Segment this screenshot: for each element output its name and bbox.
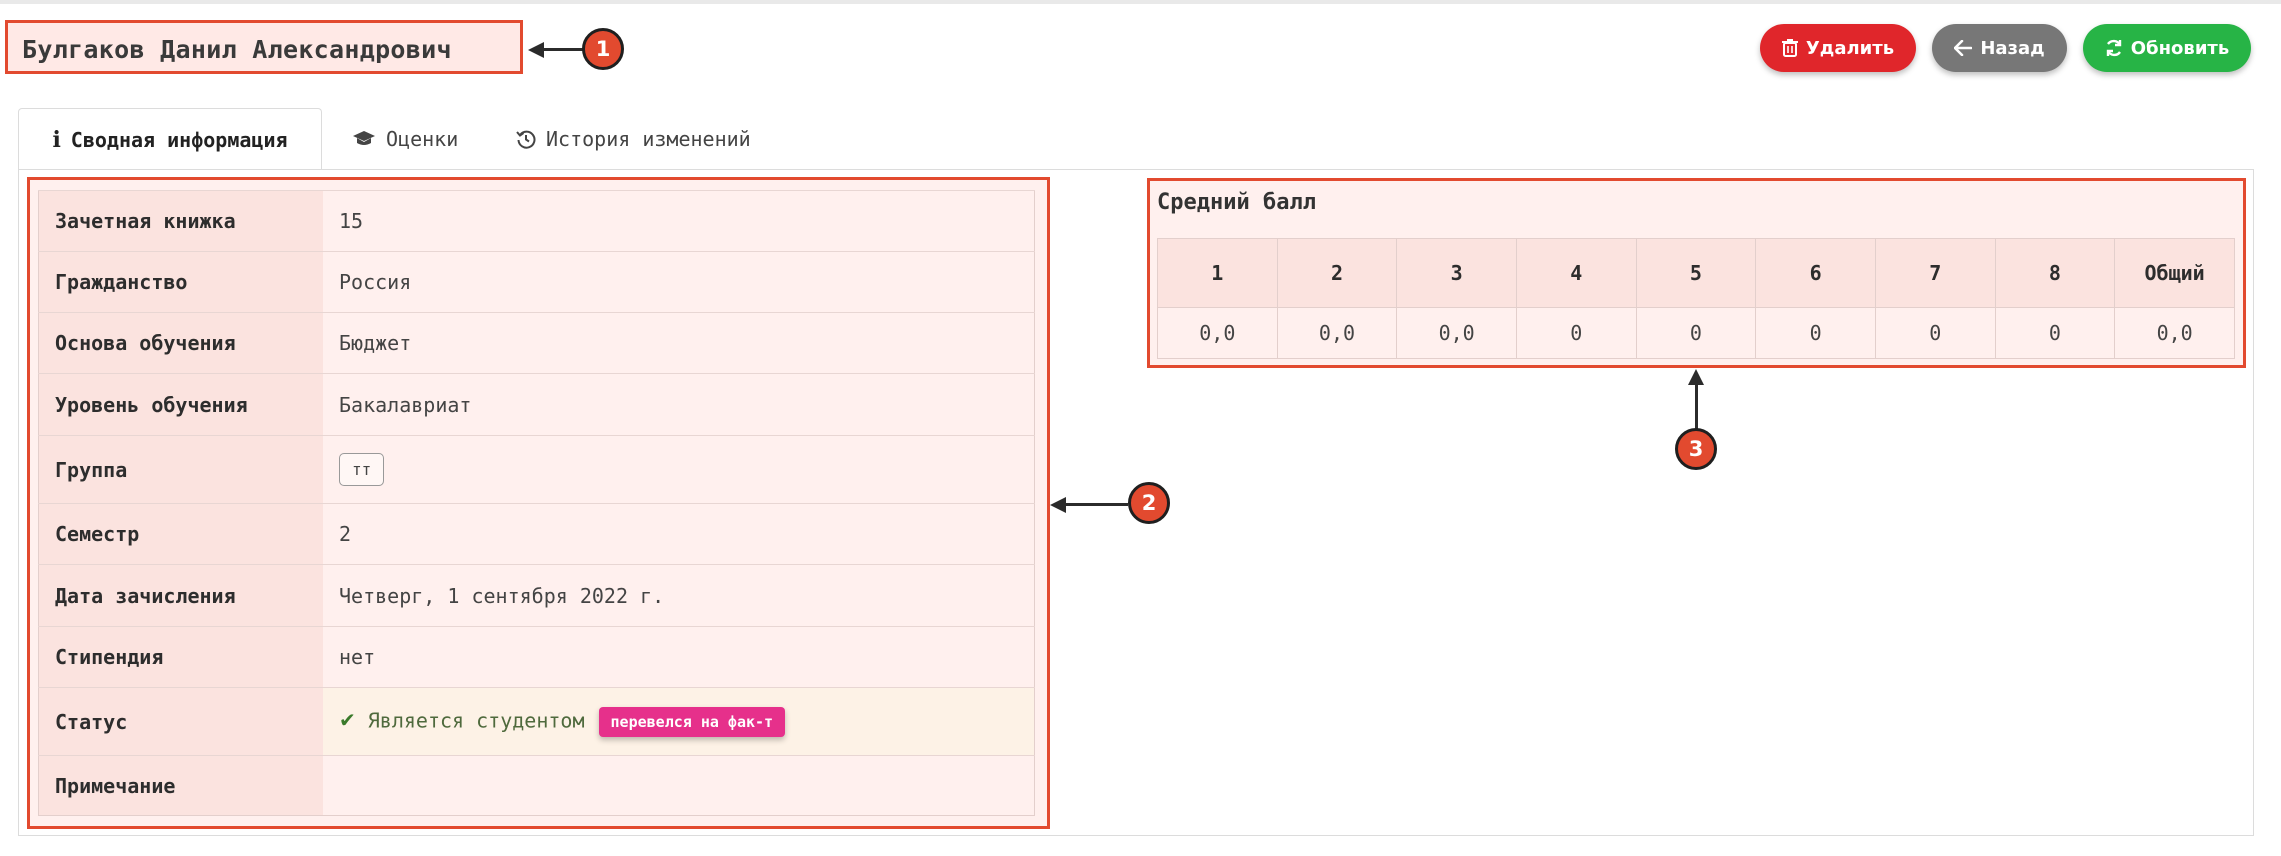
- table-row: Примечание: [38, 755, 1035, 816]
- delete-button[interactable]: Удалить: [1760, 24, 1916, 72]
- callout-2: 2: [1128, 482, 1170, 524]
- row-key: Примечание: [38, 755, 323, 816]
- history-icon: [516, 129, 536, 149]
- back-button[interactable]: Назад: [1932, 24, 2067, 72]
- trash-icon: [1781, 39, 1798, 57]
- callout-2-arrow-line: [1066, 503, 1128, 506]
- row-value: Бюджет: [323, 312, 1035, 374]
- title-highlight: Булгаков Данил Александрович: [5, 20, 523, 74]
- table-row: 0,0 0,0 0,0 0 0 0 0 0 0,0: [1157, 307, 2235, 359]
- table-row: Стипендия нет: [38, 626, 1035, 688]
- graduation-cap-icon: [352, 130, 376, 148]
- info-icon: i: [52, 127, 61, 153]
- average-total-value: 0,0: [2114, 307, 2235, 359]
- refresh-icon: [2105, 39, 2123, 57]
- callout-3-arrowhead: [1688, 369, 1704, 385]
- callout-3: 3: [1675, 428, 1717, 470]
- table-row: Гражданство Россия: [38, 251, 1035, 313]
- row-value: тт: [323, 435, 1035, 504]
- table-row: Группа тт: [38, 435, 1035, 504]
- semester-header: 6: [1755, 238, 1876, 308]
- semester-header: 5: [1635, 238, 1757, 308]
- top-divider: [0, 0, 2281, 4]
- tab-grades-label: Оценки: [386, 127, 459, 151]
- arrow-left-icon: [1954, 40, 1973, 56]
- row-key: Зачетная книжка: [38, 190, 323, 252]
- row-key: Семестр: [38, 503, 323, 565]
- average-value: 0,0: [1396, 307, 1517, 359]
- row-value: [323, 755, 1035, 816]
- table-row: Зачетная книжка 15: [38, 190, 1035, 252]
- delete-button-label: Удалить: [1805, 37, 1895, 59]
- semester-header: 7: [1874, 238, 1996, 308]
- refresh-button[interactable]: Обновить: [2083, 24, 2251, 72]
- row-key: Гражданство: [38, 251, 323, 313]
- row-value: Россия: [323, 251, 1035, 313]
- row-key: Группа: [38, 435, 323, 504]
- average-table: 1 2 3 4 5 6 7 8 Общий 0,0 0,0 0,0 0 0 0 …: [1157, 238, 2235, 359]
- row-value: 2: [323, 503, 1035, 565]
- semester-header: 1: [1157, 238, 1278, 308]
- tab-summary-label: Сводная информация: [70, 128, 288, 152]
- callout-1-arrowhead: [528, 42, 544, 58]
- table-row: Семестр 2: [38, 503, 1035, 565]
- average-value: 0: [1515, 307, 1637, 359]
- row-value: 15: [323, 190, 1035, 252]
- row-value: нет: [323, 626, 1035, 688]
- row-value: Бакалавриат: [323, 373, 1035, 436]
- semester-header: 2: [1276, 238, 1398, 308]
- semester-header: 4: [1515, 238, 1637, 308]
- table-row: Дата зачисления Четверг, 1 сентября 2022…: [38, 564, 1035, 627]
- row-key: Статус: [38, 687, 323, 756]
- table-row: Уровень обучения Бакалавриат: [38, 373, 1035, 436]
- student-info-table: Зачетная книжка 15 Гражданство Россия Ос…: [38, 190, 1035, 816]
- average-title: Средний балл: [1157, 190, 1316, 215]
- semester-header: 8: [1994, 238, 2116, 308]
- tab-history[interactable]: История изменений: [516, 108, 751, 170]
- group-badge[interactable]: тт: [339, 453, 385, 486]
- row-value: ✔ Является студентом перевелся на фак-т: [323, 687, 1035, 756]
- tab-history-label: История изменений: [546, 127, 751, 151]
- average-value: 0,0: [1157, 307, 1278, 359]
- callout-3-arrow-line: [1695, 384, 1698, 430]
- callout-2-arrowhead: [1050, 497, 1066, 513]
- average-value: 0: [1635, 307, 1757, 359]
- row-value: Четверг, 1 сентября 2022 г.: [323, 564, 1035, 627]
- average-value: 0: [1755, 307, 1876, 359]
- status-text: Является студентом: [367, 708, 585, 732]
- back-button-label: Назад: [1980, 37, 2045, 59]
- callout-1: 1: [582, 28, 624, 70]
- tab-grades[interactable]: Оценки: [352, 108, 458, 170]
- tab-summary[interactable]: i Сводная информация: [18, 108, 322, 171]
- table-row: Основа обучения Бюджет: [38, 312, 1035, 374]
- row-key: Дата зачисления: [38, 564, 323, 627]
- transfer-badge: перевелся на фак-т: [598, 706, 786, 737]
- table-row: 1 2 3 4 5 6 7 8 Общий: [1157, 238, 2235, 308]
- semester-header: 3: [1396, 238, 1517, 308]
- average-value: 0,0: [1276, 307, 1398, 359]
- table-row: Статус ✔ Является студентом перевелся на ф…: [38, 687, 1035, 756]
- refresh-button-label: Обновить: [2130, 37, 2230, 59]
- check-icon: ✔: [339, 708, 356, 732]
- row-key: Уровень обучения: [38, 373, 323, 436]
- page-title: Булгаков Данил Александрович: [22, 35, 452, 64]
- average-value: 0: [1994, 307, 2116, 359]
- row-key: Стипендия: [38, 626, 323, 688]
- row-key: Основа обучения: [38, 312, 323, 374]
- total-header: Общий: [2114, 238, 2235, 308]
- average-value: 0: [1874, 307, 1996, 359]
